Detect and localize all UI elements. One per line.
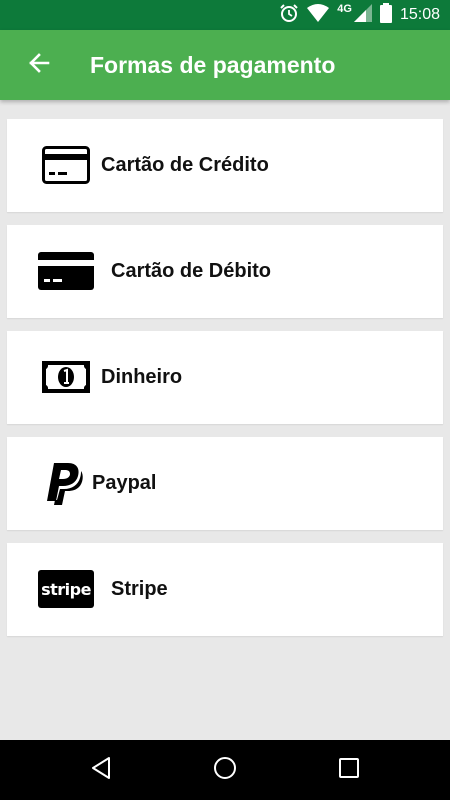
status-bar: 4G 15:08 <box>0 0 450 30</box>
payment-method-paypal[interactable]: Paypal <box>7 437 443 530</box>
payment-method-label: Stripe <box>111 578 168 600</box>
payment-method-debit-card[interactable]: Cartão de Débito <box>7 225 443 318</box>
nav-home-button[interactable] <box>210 755 240 785</box>
battery-icon <box>379 2 392 28</box>
arrow-back-icon <box>28 52 50 79</box>
app-bar: Formas de pagamento <box>0 30 450 100</box>
payment-method-stripe[interactable]: stripe Stripe <box>7 543 443 636</box>
payment-method-label: Cartão de Débito <box>111 260 272 282</box>
payment-method-cash[interactable]: Dinheiro <box>7 331 443 424</box>
cash-icon <box>37 357 95 397</box>
payment-method-label: Dinheiro <box>101 366 183 388</box>
back-button[interactable] <box>22 50 56 80</box>
payment-method-label: Cartão de Crédito <box>101 154 269 176</box>
paypal-icon <box>37 463 95 505</box>
status-time: 15:08 <box>399 6 440 23</box>
credit-card-icon <box>37 145 95 185</box>
status-icons: 4G 15:08 <box>279 0 440 30</box>
network-label: 4G <box>337 3 352 15</box>
wifi-icon <box>307 3 330 27</box>
stripe-logo-text: stripe <box>38 570 94 608</box>
back-triangle-icon <box>90 756 112 785</box>
recents-square-icon <box>338 757 360 784</box>
nav-recents-button[interactable] <box>334 755 364 785</box>
home-circle-icon <box>212 755 238 786</box>
navigation-bar <box>0 740 450 800</box>
cell-signal-icon <box>353 3 372 27</box>
nav-back-button[interactable] <box>86 755 116 785</box>
alarm-icon <box>279 3 299 28</box>
page-title: Formas de pagamento <box>90 52 336 78</box>
payment-method-label: Paypal <box>92 472 157 494</box>
payment-methods-list: Cartão de Crédito Cartão de Débito Dinhe… <box>7 119 443 649</box>
debit-card-icon <box>37 251 95 291</box>
payment-method-credit-card[interactable]: Cartão de Crédito <box>7 119 443 212</box>
stripe-logo: stripe <box>37 569 95 609</box>
